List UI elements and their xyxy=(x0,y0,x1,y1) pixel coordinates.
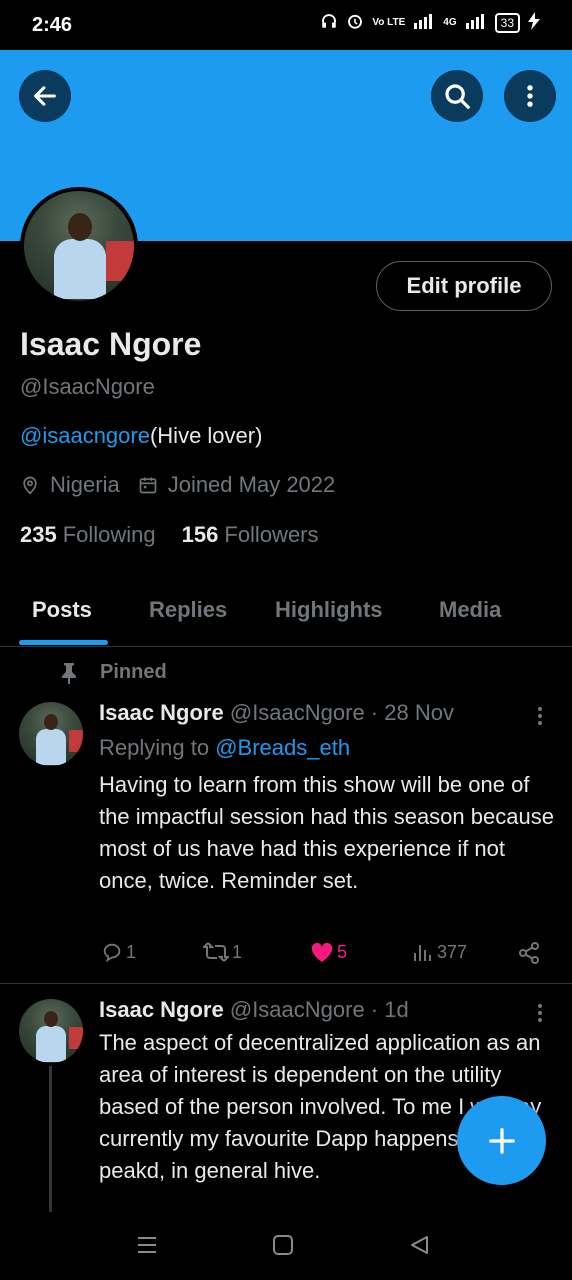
profile-bio: @isaacngore(Hive lover) xyxy=(20,423,262,449)
replying-to-label: Replying to xyxy=(99,735,210,760)
display-name: Isaac Ngore xyxy=(20,326,202,362)
share-button[interactable] xyxy=(517,941,544,965)
profile-meta: Nigeria Joined May 2022 xyxy=(20,472,353,498)
post-meta: @IsaacNgore · 28 Nov xyxy=(229,700,454,725)
active-tab-indicator xyxy=(19,640,108,645)
system-nav-bar xyxy=(0,1214,572,1280)
repost-icon xyxy=(203,942,229,962)
post-header: Isaac Ngore @IsaacNgore · 1d xyxy=(99,997,409,1023)
compose-button[interactable] xyxy=(457,1096,546,1185)
battery-indicator: 33 xyxy=(494,12,520,33)
back-button[interactable] xyxy=(19,70,71,122)
tab-highlights[interactable]: Highlights xyxy=(275,597,383,623)
post-divider xyxy=(0,983,572,984)
post-author-name[interactable]: Isaac Ngore xyxy=(99,997,224,1022)
replying-to-mention[interactable]: @Breads_eth xyxy=(215,735,350,760)
recents-icon[interactable] xyxy=(136,1234,158,1256)
profile-tabs: Posts Replies Highlights Media xyxy=(0,577,572,647)
following-count: 235 xyxy=(20,522,57,547)
pin-icon xyxy=(62,662,76,684)
post-author-name[interactable]: Isaac Ngore xyxy=(99,700,224,725)
views-button[interactable]: 377 xyxy=(412,941,467,963)
back-nav-icon[interactable] xyxy=(408,1234,430,1256)
bio-mention-link[interactable]: @isaacngore xyxy=(20,423,150,448)
share-icon xyxy=(519,942,539,964)
followers-label: Followers xyxy=(224,522,319,547)
reply-icon xyxy=(103,943,121,963)
views-count: 377 xyxy=(437,941,468,962)
headphones-icon xyxy=(320,12,338,33)
location-pin-icon xyxy=(23,476,37,495)
user-handle: @IsaacNgore xyxy=(20,374,155,399)
more-vertical-icon[interactable] xyxy=(532,1001,548,1025)
avatar-photo xyxy=(24,191,134,301)
post-meta: @IsaacNgore · 1d xyxy=(229,997,409,1022)
status-bar: 2:46 Vo LTE 4G 33 xyxy=(0,0,572,50)
reply-count: 1 xyxy=(126,941,137,962)
tab-replies[interactable]: Replies xyxy=(149,597,227,623)
post-header: Isaac Ngore @IsaacNgore · 28 Nov xyxy=(99,700,454,726)
home-icon[interactable] xyxy=(272,1234,294,1256)
reply-button[interactable]: 1 xyxy=(101,941,136,963)
followers-count: 156 xyxy=(181,522,219,547)
signal-label: 4G xyxy=(443,17,457,28)
calendar-icon xyxy=(139,477,157,494)
more-options-button[interactable] xyxy=(504,70,556,122)
more-vertical-icon xyxy=(527,85,533,107)
signal-4g-icon xyxy=(465,13,487,32)
like-button[interactable]: 5 xyxy=(310,941,347,963)
post-avatar[interactable] xyxy=(19,999,83,1063)
plus-icon xyxy=(488,1127,515,1154)
follow-stats: 235 Following 156 Followers xyxy=(20,522,345,548)
following-link[interactable]: 235 Following xyxy=(20,522,156,548)
tab-media[interactable]: Media xyxy=(439,597,501,623)
tab-posts[interactable]: Posts xyxy=(32,597,92,623)
like-count: 5 xyxy=(337,941,348,962)
arrow-left-icon xyxy=(34,86,56,106)
heart-icon xyxy=(311,942,333,962)
profile-avatar[interactable] xyxy=(20,187,138,305)
pinned-text: Pinned xyxy=(100,661,167,683)
pinned-label: Pinned xyxy=(60,661,167,684)
status-time: 2:46 xyxy=(32,13,73,36)
search-icon xyxy=(445,84,470,109)
location-item: Nigeria xyxy=(20,472,120,498)
signal-icon xyxy=(413,13,435,32)
joined-item: Joined May 2022 xyxy=(138,472,336,498)
replying-to: Replying to @Breads_eth xyxy=(99,735,350,761)
following-label: Following xyxy=(62,522,156,547)
alarm-icon xyxy=(346,12,364,33)
post-actions: 1 1 5 377 xyxy=(99,941,544,969)
analytics-icon xyxy=(414,945,431,961)
followers-link[interactable]: 156 Followers xyxy=(182,522,319,548)
post-text[interactable]: Having to learn from this show will be o… xyxy=(99,769,554,897)
post-avatar[interactable] xyxy=(19,702,83,766)
status-icons: Vo LTE 4G 33 xyxy=(320,12,540,33)
repost-button[interactable]: 1 xyxy=(203,941,242,963)
joined-text: Joined May 2022 xyxy=(167,472,336,497)
network-label: Vo LTE xyxy=(372,17,406,28)
repost-count: 1 xyxy=(232,941,243,962)
thread-line xyxy=(49,1066,52,1212)
more-vertical-icon[interactable] xyxy=(532,704,548,728)
location-text: Nigeria xyxy=(50,472,120,497)
bio-text: (Hive lover) xyxy=(149,423,263,448)
charging-icon xyxy=(528,12,540,33)
search-button[interactable] xyxy=(431,70,483,122)
edit-profile-button[interactable]: Edit profile xyxy=(376,261,552,311)
